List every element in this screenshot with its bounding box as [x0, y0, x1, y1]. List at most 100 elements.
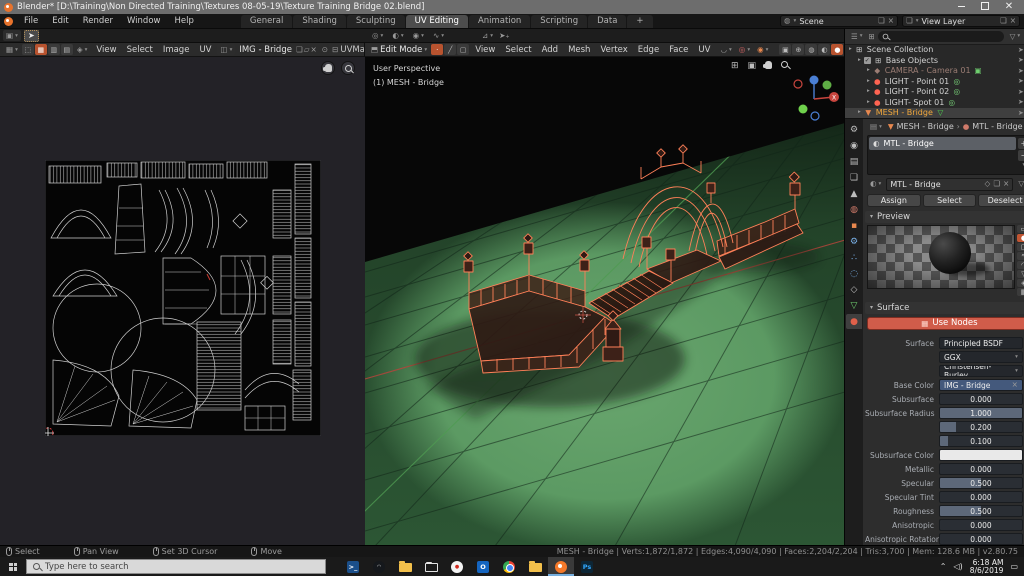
new-view-layer-icon[interactable]: ❏	[1000, 17, 1007, 25]
world-tab[interactable]: ◍	[846, 202, 862, 217]
snap-dropdown[interactable]: ◡▾	[717, 44, 734, 55]
breadcrumb-material[interactable]: MTL - Bridge	[972, 122, 1022, 131]
property-field-metallic[interactable]: 0.000	[939, 463, 1023, 475]
outliner-display-mode[interactable]: ☰▾	[848, 31, 866, 42]
scene-selector[interactable]: ◍▾ Scene ❏ ×	[780, 15, 898, 27]
mode-dropdown[interactable]: ⬒ Edit Mode ▾	[368, 44, 430, 55]
properties-filter-dropdown[interactable]: ▤▾	[867, 121, 885, 132]
workspace-tab-shading[interactable]: Shading	[293, 15, 346, 28]
uv-display-toggle-4[interactable]: ▤	[61, 44, 73, 55]
vp-menu-mesh[interactable]: Mesh	[563, 45, 595, 55]
pivot-point-dropdown[interactable]: ◉▾	[754, 44, 771, 55]
uv-menu-uv[interactable]: UV	[194, 45, 216, 55]
preview-hair[interactable]: ∿	[1017, 252, 1024, 260]
outlook-icon[interactable]: O	[470, 557, 496, 576]
particles-tab[interactable]: ∴	[846, 250, 862, 265]
property-field-specular[interactable]: 0.500	[939, 477, 1023, 489]
assign-button[interactable]: Assign	[867, 194, 921, 207]
pan-view-icon[interactable]	[765, 61, 772, 69]
outliner-row-mesh-bridge[interactable]: ▸▼MESH - Bridge▽➤◉	[845, 108, 1024, 119]
property-field-value-1[interactable]: GGX▾	[939, 351, 1023, 363]
taskbar-search[interactable]: Type here to search	[26, 559, 326, 574]
expand-arrow-icon[interactable]: ▸	[867, 100, 870, 106]
browse-material-button[interactable]: ◐▾	[867, 179, 884, 190]
shading-solid-button[interactable]: ◐	[818, 44, 830, 55]
render-tab[interactable]: ◉	[846, 138, 862, 153]
menu-window[interactable]: Window	[120, 16, 168, 26]
object-data-tab[interactable]: ▽	[846, 298, 862, 313]
workspace-tab-scripting[interactable]: Scripting	[531, 15, 587, 28]
outliner-row-scene-collection[interactable]: ▸⊞Scene Collection➤◉	[845, 45, 1024, 56]
deselect-button[interactable]: Deselect	[978, 194, 1024, 207]
viewport-scene[interactable]	[365, 57, 844, 545]
material-name-field[interactable]: MTL - Bridge ◇ ❏ ×	[886, 178, 1013, 191]
selectable-toggle-icon[interactable]: ➤	[1018, 98, 1024, 106]
property-field-value-6[interactable]: 0.200	[939, 421, 1023, 433]
vp-menu-vertex[interactable]: Vertex	[595, 45, 632, 55]
viewport-canvas[interactable]: User Perspective (1) MESH - Bridge ⊞ ▣	[365, 57, 844, 545]
breadcrumb-object[interactable]: MESH - Bridge	[897, 122, 954, 131]
scene-tab[interactable]: ▲	[846, 186, 862, 201]
uv-zoom-button[interactable]	[341, 61, 355, 75]
collection-checkbox[interactable]: ✓	[864, 57, 871, 64]
output-tab[interactable]: ▤	[846, 154, 862, 169]
zoom-view-icon[interactable]	[781, 61, 788, 68]
vp-tool-dropdown[interactable]: ◎▾	[369, 30, 386, 41]
menu-help[interactable]: Help	[167, 16, 200, 26]
menu-render[interactable]: Render	[76, 16, 120, 26]
preview-fluid[interactable]: ◈	[1017, 279, 1024, 287]
uv-menu-view[interactable]: View	[91, 45, 121, 55]
expand-arrow-icon[interactable]: ▸	[849, 47, 852, 53]
expand-arrow-icon[interactable]: ▸	[858, 110, 861, 116]
use-nodes-button[interactable]: ▦ Use Nodes	[867, 317, 1024, 330]
uv-menu-select[interactable]: Select	[122, 45, 158, 55]
uv-editor-canvas[interactable]	[0, 57, 365, 545]
workspace-tab-uv-editing[interactable]: UV Editing	[406, 15, 468, 28]
unlink-material-icon[interactable]: ×	[1003, 180, 1009, 188]
start-button[interactable]	[0, 557, 26, 576]
unlink-icon[interactable]: ×	[1012, 381, 1018, 389]
gitkraken-icon[interactable]: ◠	[366, 557, 392, 576]
powershell-icon[interactable]: >_	[340, 557, 366, 576]
property-field-value-2[interactable]: Christensen-Burley▾	[939, 365, 1023, 377]
workspace-tab-general[interactable]: General	[241, 15, 293, 28]
preview-cube[interactable]: ▢	[1017, 243, 1024, 251]
selectable-toggle-icon[interactable]: ➤	[1018, 46, 1024, 54]
selectable-toggle-icon[interactable]: ➤	[1018, 77, 1024, 85]
editor-type-button[interactable]: ▦▾	[3, 44, 21, 55]
menu-edit[interactable]: Edit	[45, 16, 75, 26]
vp-menu-face[interactable]: Face	[664, 45, 693, 55]
preview-shaderball[interactable]: ◠	[1017, 261, 1024, 269]
transform-orientation-dropdown[interactable]: ⊿▾	[479, 30, 496, 41]
blender-taskbar-icon[interactable]	[548, 557, 574, 576]
uv-display-toggle-3[interactable]: ▥	[48, 44, 60, 55]
property-field-base-color[interactable]: IMG - Bridge×	[939, 379, 1023, 391]
selectable-toggle-icon[interactable]: ➤	[1018, 109, 1024, 117]
workspace-tab-sculpting[interactable]: Sculpting	[347, 15, 405, 28]
edge-select-mode[interactable]: ╱	[444, 44, 456, 55]
maximize-button[interactable]	[978, 2, 992, 12]
blender-app-icon[interactable]	[4, 17, 13, 26]
folder-outline-icon[interactable]	[418, 557, 444, 576]
cursor-tool-icon[interactable]: ➤+	[499, 32, 510, 40]
selectable-toggle-icon[interactable]: ➤	[1018, 67, 1024, 75]
duplicate-image-icon[interactable]: ❏	[296, 46, 303, 54]
workspace-tab-animation[interactable]: Animation	[469, 15, 530, 28]
camera-view-icon[interactable]: ▣	[747, 61, 756, 71]
close-button[interactable]: ✕	[1002, 2, 1016, 12]
material-tab[interactable]: ●	[846, 314, 862, 329]
curve-falloff-dropdown[interactable]: ∿▾	[430, 30, 447, 41]
tray-chevron-icon[interactable]: ⌃	[940, 562, 947, 571]
selectable-toggle-icon[interactable]: ➤	[1018, 56, 1024, 64]
vp-menu-uv[interactable]: UV	[693, 45, 715, 55]
chrome-icon[interactable]	[496, 557, 522, 576]
outliner-search[interactable]	[878, 31, 1004, 42]
red-app-icon[interactable]: ●	[444, 557, 470, 576]
uv-layout-image[interactable]	[45, 160, 321, 436]
falloff-dropdown[interactable]: ◐▾	[389, 30, 406, 41]
property-field-anisotropic-rotation[interactable]: 0.000	[939, 533, 1023, 545]
open-image-icon[interactable]: ▱	[304, 46, 310, 54]
expand-arrow-icon[interactable]: ▸	[858, 58, 861, 64]
shading-rendered-button[interactable]: ●	[831, 44, 843, 55]
proportional-edit-dropdown[interactable]: ◎▾	[736, 44, 753, 55]
